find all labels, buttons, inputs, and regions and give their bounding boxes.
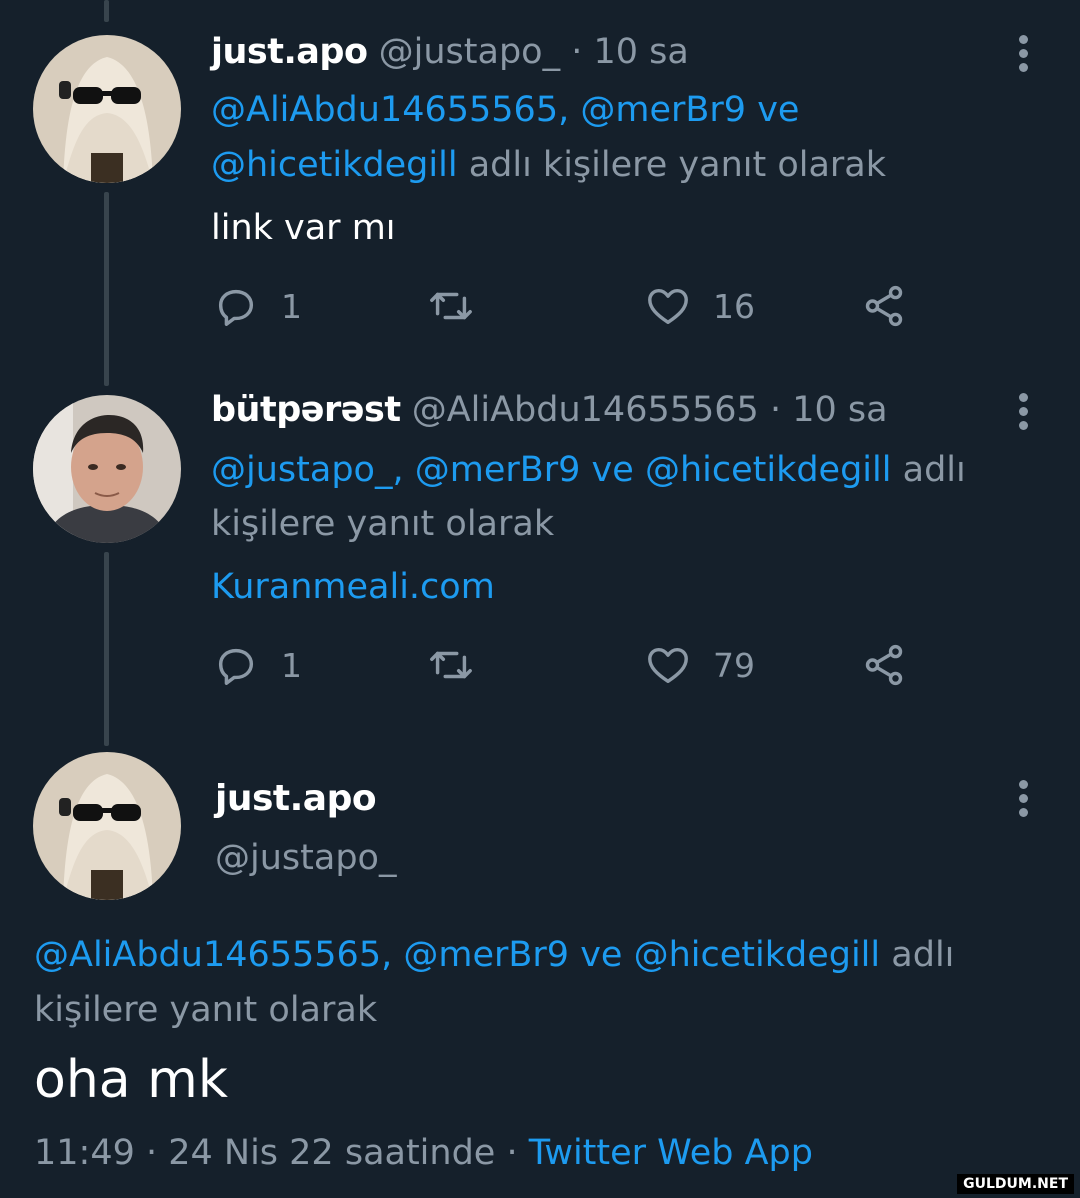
mention-link[interactable]: @hicetikdegill: [211, 145, 458, 185]
more-icon[interactable]: [1019, 35, 1029, 77]
retweet-button[interactable]: [428, 642, 474, 688]
tweet-timestamp-line: 11:49 · 24 Nis 22 saatinde · Twitter Web…: [34, 1133, 813, 1173]
like-count: 79: [713, 645, 755, 685]
tweet-text: link var mı: [211, 208, 396, 248]
share-button[interactable]: [861, 642, 907, 688]
share-icon: [865, 285, 903, 327]
retweet-button[interactable]: [428, 283, 474, 329]
reply-count: 1: [281, 286, 302, 326]
mention-link[interactable]: @hicetikdegill: [634, 935, 881, 975]
reply-connector: ve: [580, 935, 623, 975]
mention-link[interactable]: @merBr9: [403, 935, 569, 975]
mention-link[interactable]: @merBr9: [415, 450, 581, 490]
share-button[interactable]: [861, 283, 907, 329]
man-avatar-image: [33, 395, 181, 543]
thread-line-top: [104, 0, 109, 22]
reply-icon: [218, 289, 254, 326]
reply-context: @justapo_, @merBr9 ve @hicetikdegill adl…: [211, 450, 966, 490]
tweet-header: bütpərəst @AliAbdu14655565 · 10 sa: [211, 390, 888, 430]
reply-context-line2: @hicetikdegill adlı kişilere yanıt olara…: [211, 145, 886, 185]
thread-line-2: [104, 552, 109, 746]
reply-suffix: adlı: [902, 450, 966, 490]
like-button[interactable]: 16: [645, 283, 755, 329]
timestamp[interactable]: · 10 sa: [571, 32, 689, 72]
like-button[interactable]: 79: [645, 642, 755, 688]
handle[interactable]: @AliAbdu14655565: [412, 390, 759, 430]
reply-count: 1: [281, 645, 302, 685]
display-name[interactable]: bütpərəst: [211, 390, 401, 430]
ghost-avatar-image: [33, 752, 181, 900]
mention-link[interactable]: @AliAbdu14655565,: [34, 935, 392, 975]
more-icon[interactable]: [1019, 780, 1029, 822]
handle[interactable]: @justapo_: [379, 32, 560, 72]
avatar[interactable]: [33, 395, 181, 543]
mention-link[interactable]: @merBr9: [580, 90, 746, 130]
mention-link[interactable]: @justapo_,: [211, 450, 404, 490]
share-icon: [865, 644, 903, 686]
main-tweet-text: oha mk: [34, 1050, 228, 1110]
reply-connector: ve: [591, 450, 634, 490]
reply-suffix: adlı kişilere yanıt olarak: [468, 145, 887, 185]
reply-context-line2: kişilere yanıt olarak: [34, 990, 378, 1030]
reply-suffix: adlı: [891, 935, 955, 975]
like-icon: [648, 647, 688, 684]
reply-icon: [218, 648, 254, 685]
reply-button[interactable]: 1: [213, 642, 302, 688]
more-icon[interactable]: [1019, 393, 1029, 435]
tweet-source[interactable]: Twitter Web App: [529, 1133, 813, 1173]
tweet-link-text[interactable]: Kuranmeali.com: [211, 567, 495, 607]
avatar[interactable]: [33, 35, 181, 183]
retweet-icon: [430, 651, 472, 679]
ghost-avatar-image: [33, 35, 181, 183]
reply-context: @AliAbdu14655565, @merBr9 ve @hicetikdeg…: [34, 935, 954, 975]
avatar[interactable]: [33, 752, 181, 900]
like-count: 16: [713, 286, 755, 326]
reply-context: @AliAbdu14655565, @merBr9 ve: [211, 90, 799, 130]
mention-link[interactable]: @hicetikdegill: [645, 450, 892, 490]
thread-line-1: [104, 192, 109, 386]
reply-connector: ve: [757, 90, 800, 130]
reply-context-line2: kişilere yanıt olarak: [211, 504, 555, 544]
mention-link[interactable]: @AliAbdu14655565,: [211, 90, 569, 130]
watermark: GULDUM.NET: [957, 1174, 1074, 1194]
display-name[interactable]: just.apo: [211, 32, 368, 72]
retweet-icon: [430, 292, 472, 320]
like-icon: [648, 288, 688, 325]
display-name[interactable]: just.apo: [215, 778, 377, 819]
timestamp[interactable]: · 10 sa: [770, 390, 888, 430]
tweet-datetime[interactable]: 11:49 · 24 Nis 22 saatinde ·: [34, 1133, 518, 1173]
handle[interactable]: @justapo_: [215, 838, 396, 878]
reply-button[interactable]: 1: [213, 283, 302, 329]
tweet-header: just.apo @justapo_ · 10 sa: [211, 32, 689, 72]
